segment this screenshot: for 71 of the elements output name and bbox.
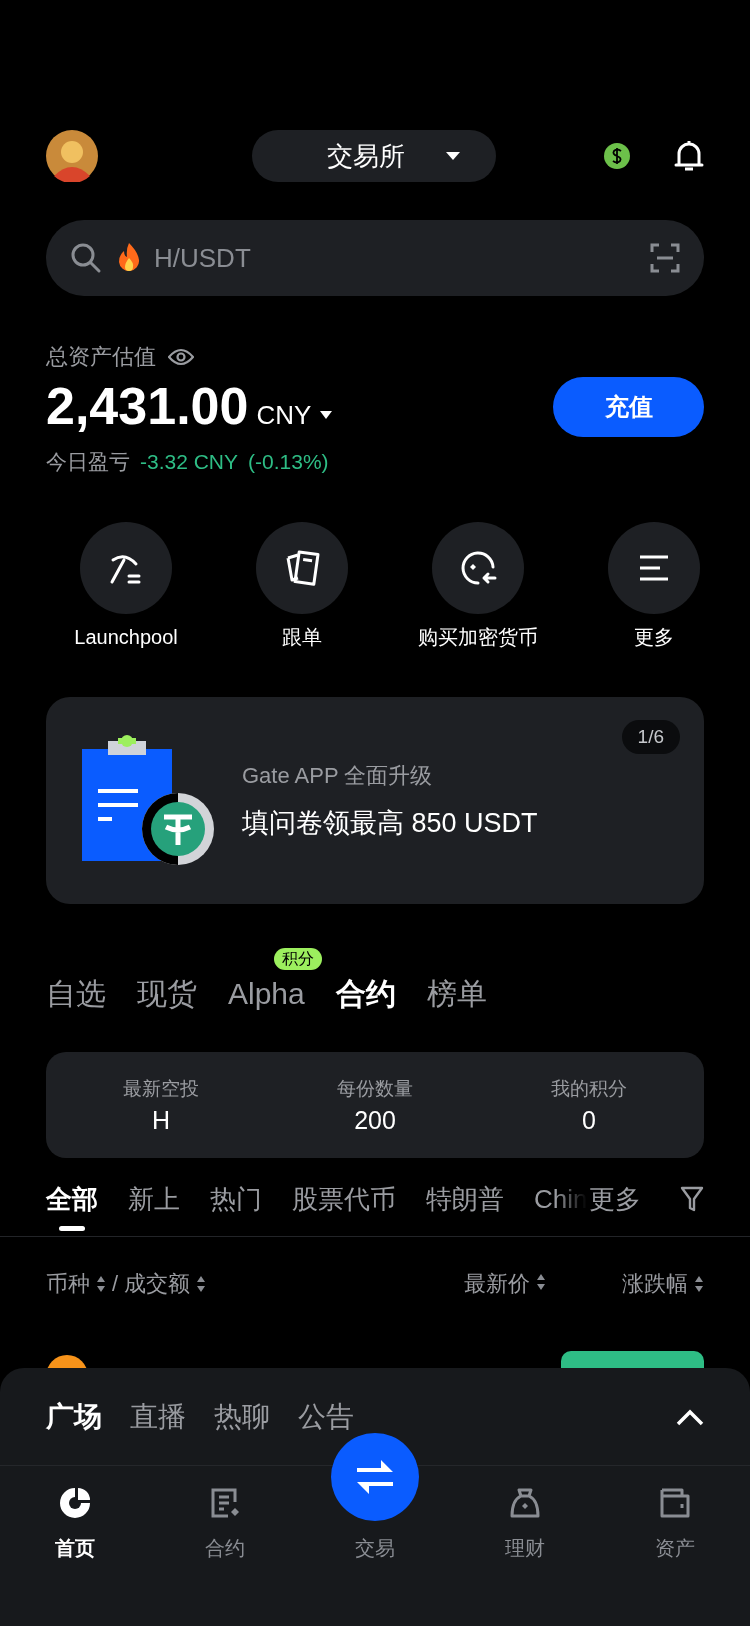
sort-icon[interactable] [196,1275,207,1293]
promo-banner[interactable]: Gate APP 全面升级 填问卷领最高 850 USDT 1/6 [46,697,704,904]
search-field[interactable]: H/USDT [46,220,704,296]
nav-tab[interactable]: 资产 [600,1466,750,1561]
scan-icon[interactable] [650,243,680,273]
stat-label: 每份数量 [337,1076,413,1101]
buy-coin-icon [459,549,497,587]
feed-tab[interactable]: 公告 [298,1397,354,1436]
nav-tab[interactable]: 理财 [450,1466,600,1561]
shortcut-label[interactable]: 跟单 [282,622,322,652]
market-tab[interactable]: 自选 [46,972,106,1016]
stat-value: 0 [582,1105,596,1135]
home-icon [58,1486,92,1520]
stat-label: 最新空投 [123,1076,199,1101]
shortcut-label[interactable]: Launchpool [74,622,178,652]
column-header[interactable]: 涨跌幅 [622,1269,688,1299]
weight-icon [508,1486,542,1520]
sort-icon[interactable] [96,1275,106,1293]
search-icon [70,242,102,274]
market-tab[interactable]: 合约 [335,972,396,1016]
sort-icon[interactable] [536,1273,546,1291]
caret-icon[interactable] [319,410,334,420]
feed-tab[interactable]: 直播 [130,1397,186,1436]
chevron-up-icon[interactable] [676,1407,704,1426]
column-separator: / [112,1271,119,1297]
column-header[interactable]: 最新价 [464,1269,530,1299]
shortcut-label[interactable]: 更多 [634,622,674,652]
today-pnl-percent: (-0.13%) [248,450,329,474]
wallet-icon [658,1486,692,1520]
filter-tab[interactable]: Chin [534,1179,588,1236]
shortcut-label[interactable]: 购买加密货币 [418,622,538,652]
nav-tab[interactable]: 合约 [150,1466,300,1561]
filter-tab[interactable]: 特朗普 [426,1179,504,1236]
total-assets-label: 总资产估值 [46,343,156,371]
filter-tab[interactable]: 股票代币 [292,1179,396,1236]
today-pnl-value: -3.32 CNY [140,450,239,474]
bell-icon[interactable] [674,139,704,173]
column-header[interactable]: 成交额 [124,1269,191,1299]
flame-icon [116,242,142,274]
stat-value: 200 [354,1105,396,1135]
market-tab[interactable]: 榜单 [426,972,487,1016]
currency-label[interactable]: CNY [256,383,312,447]
page-counter: 1/6 [621,720,680,754]
feed-tab[interactable]: 广场 [46,1397,102,1436]
filter-tab[interactable]: 新上 [128,1179,180,1236]
nav-tab[interactable]: 交易 [300,1433,450,1561]
column-header[interactable]: 币种 [46,1269,90,1299]
filter-tab[interactable]: 热门 [210,1179,262,1236]
total-assets-amount: 2,431.00 [46,376,249,437]
banner-title: 填问卷领最高 850 USDT [242,806,538,840]
more-tab[interactable]: 更多 [589,1179,642,1236]
stat-label: 我的积分 [551,1076,627,1101]
caret-icon [445,151,461,161]
exchange-dropdown[interactable]: 交易所 [252,130,496,182]
today-pnl-label: 今日盈亏 [46,449,130,475]
market-tab[interactable]: 现货 [137,972,197,1016]
menu-icon [638,554,670,582]
eye-icon[interactable] [168,348,194,366]
dollar-coin-icon[interactable] [604,143,630,169]
cards-icon [284,550,320,586]
nav-tab[interactable]: 首页 [0,1466,150,1561]
filter-tab[interactable]: 全部 [46,1179,98,1236]
market-tab[interactable]: Alpha [228,972,305,1016]
feed-tab[interactable]: 热聊 [214,1397,270,1436]
sort-icon[interactable] [694,1275,704,1293]
avatar[interactable] [46,130,98,182]
deposit-button[interactable]: 充值 [553,377,704,437]
banner-subtitle: Gate APP 全面升级 [242,761,434,790]
filter-icon[interactable] [680,1186,704,1212]
points-badge: 积分 [274,948,322,970]
stat-value: H [151,1105,171,1135]
